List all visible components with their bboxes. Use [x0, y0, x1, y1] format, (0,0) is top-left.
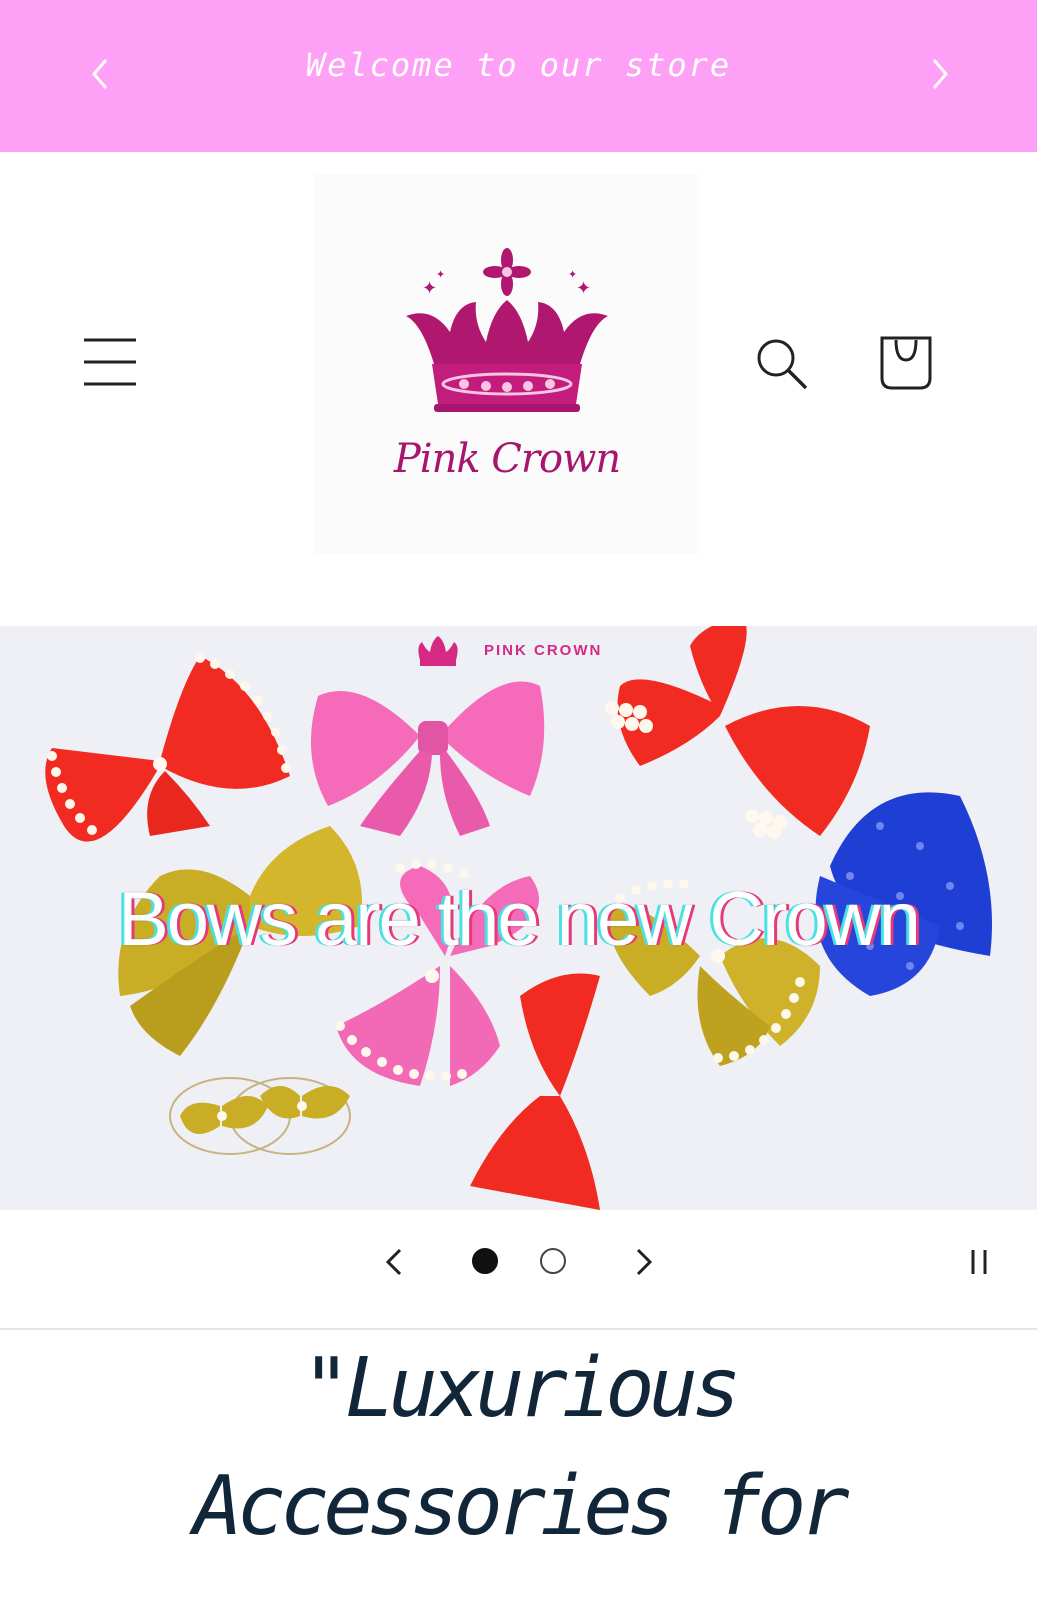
menu-button[interactable] [82, 336, 140, 388]
slide-dot-1[interactable] [472, 1248, 498, 1274]
intro-heading-line-2: Accessories for [193, 1459, 850, 1554]
chevron-right-icon [932, 59, 948, 89]
hero-slideshow: PINK CROWN Bows are the new Crown [0, 626, 1037, 1210]
slide-dot-2[interactable] [540, 1248, 566, 1274]
svg-text:✦: ✦ [436, 268, 445, 281]
chevron-left-icon [385, 1248, 402, 1276]
svg-text:✦: ✦ [576, 278, 591, 299]
svg-text:✦: ✦ [422, 278, 437, 299]
chevron-right-icon [636, 1248, 653, 1276]
site-header: ✦ ✦ ✦ ✦ Pink Crown [0, 152, 1037, 626]
intro-section: "Luxurious Accessories for [0, 1330, 1037, 1600]
cart-icon [880, 336, 932, 390]
search-icon [757, 339, 808, 390]
slide-next-button[interactable] [628, 1242, 658, 1282]
cart-button[interactable] [876, 330, 936, 394]
search-button[interactable] [752, 334, 812, 394]
hero-brand-tag: PINK CROWN [484, 642, 603, 659]
announcement-text: Welcome to our store [305, 46, 732, 84]
announcement-bar: Welcome to our store [0, 0, 1037, 152]
svg-text:✦: ✦ [568, 268, 577, 281]
slideshow-pause-button[interactable] [964, 1242, 994, 1282]
announcement-next-button[interactable] [924, 54, 954, 94]
crown-logo-icon: ✦ ✦ ✦ ✦ [406, 248, 608, 412]
intro-heading-line-1: "Luxurious [301, 1341, 742, 1436]
pause-icon [971, 1250, 987, 1274]
store-logo[interactable]: ✦ ✦ ✦ ✦ Pink Crown [314, 174, 700, 554]
hamburger-menu-icon [84, 338, 136, 386]
slider-controls [0, 1210, 1037, 1330]
slide-prev-button[interactable] [380, 1242, 410, 1282]
logo-text: Pink Crown [393, 436, 621, 482]
hero-title: Bows are the new Crown [118, 877, 921, 962]
